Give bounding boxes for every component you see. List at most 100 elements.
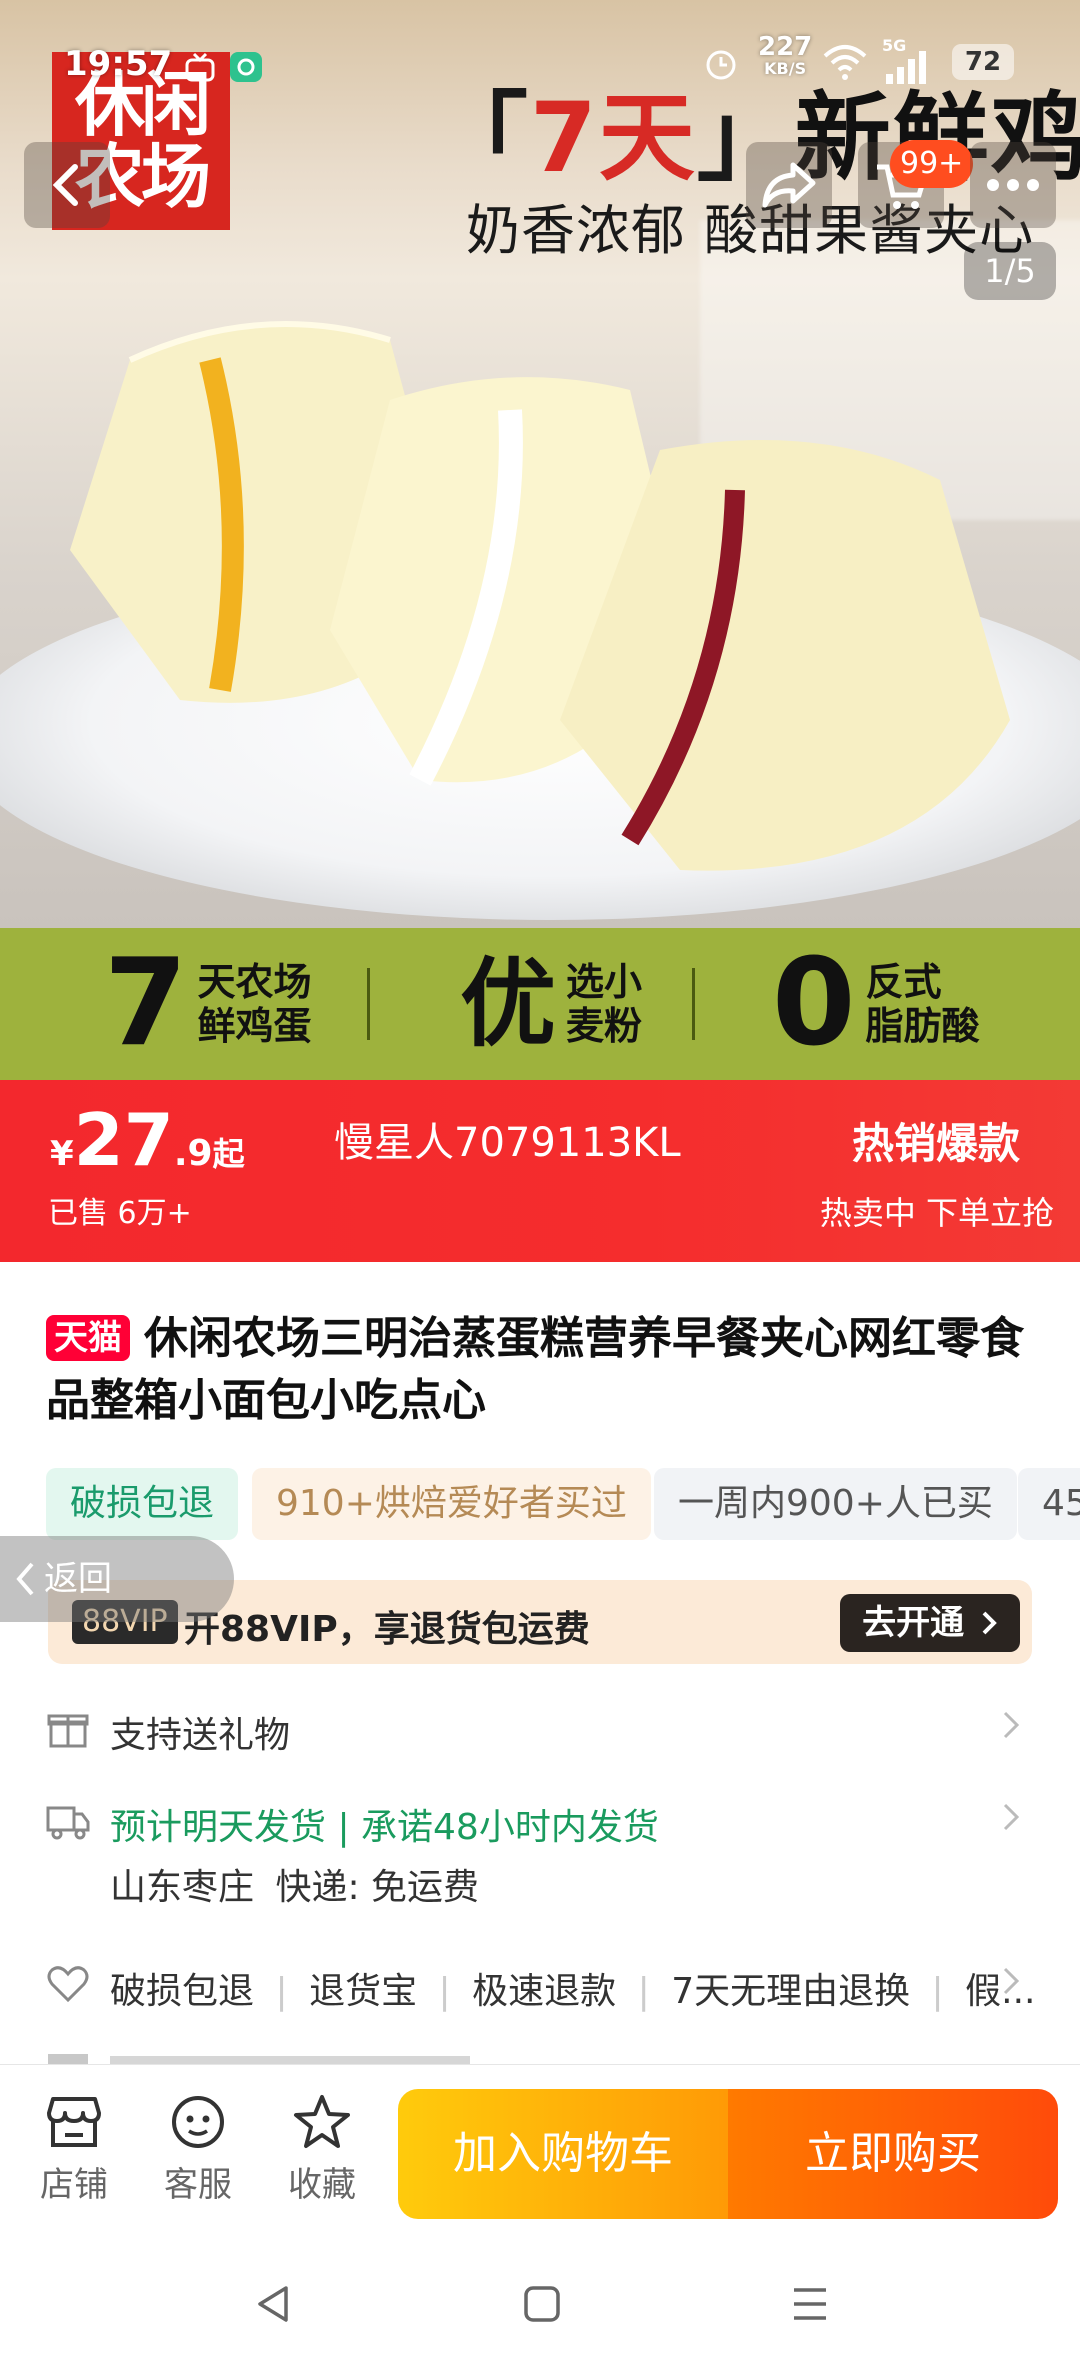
chevron-right-icon bbox=[1003, 1967, 1020, 1995]
more-dots-icon bbox=[987, 179, 1039, 191]
shop-icon bbox=[47, 2097, 101, 2147]
product-image-carousel[interactable]: 休闲 农场 「7天」新鲜鸡蛋 奶香浓郁 酸甜果酱夹心 19:57 227 KB/… bbox=[0, 0, 1080, 928]
chevron-right-icon bbox=[1003, 1803, 1020, 1831]
hot-label: 热销爆款 bbox=[851, 1119, 1020, 1168]
alarm-icon bbox=[702, 44, 740, 86]
nav-menu-icon[interactable] bbox=[790, 2284, 830, 2324]
signal-icon bbox=[884, 50, 934, 88]
feature-flour-text: 选小 麦粉 bbox=[566, 960, 642, 1048]
hero-title-highlight: 7天 bbox=[530, 82, 697, 194]
feature-eggs-line1: 天农场 bbox=[197, 960, 312, 1004]
guarantee-item: 退货宝 bbox=[309, 1971, 418, 2012]
guarantee-separator: | bbox=[438, 1971, 451, 2012]
battery-indicator: 72 bbox=[952, 44, 1014, 80]
guarantee-item: 7天无理由退换 bbox=[671, 1971, 911, 2012]
guarantee-row[interactable]: 破损包退 | 退货宝 | 极速退款 | 7天无理由退换 | 假... bbox=[46, 1958, 1036, 2018]
feature-eggs-big: 7 bbox=[104, 934, 188, 1073]
tag-bakers-bought[interactable]: 910+烘焙爱好者买过 bbox=[252, 1468, 651, 1540]
hot-subtext: 热卖中 下单立抢 bbox=[819, 1194, 1054, 1232]
wifi-icon bbox=[822, 42, 868, 86]
status-bar: 19:57 227 KB/S 5G 72 bbox=[0, 30, 1080, 94]
truck-icon bbox=[46, 1806, 90, 1840]
guarantee-item: 假... bbox=[965, 1971, 1036, 2012]
feature-divider bbox=[692, 968, 695, 1040]
chevron-left-icon bbox=[52, 164, 78, 206]
carousel-page-indicator: 1/5 bbox=[964, 242, 1056, 300]
tag-more[interactable]: 45 bbox=[1018, 1468, 1080, 1540]
sold-count: 已售 6万+ bbox=[48, 1196, 192, 1231]
feature-transfat-big: 0 bbox=[772, 934, 856, 1073]
feature-flour: 优 选小 麦粉 bbox=[460, 928, 642, 1080]
guarantee-separator: | bbox=[931, 1971, 944, 2012]
floating-back-button[interactable]: 返回 bbox=[0, 1536, 234, 1622]
net-speed: 227 KB/S bbox=[758, 34, 812, 80]
price: ¥27.9起 bbox=[50, 1098, 245, 1182]
chevron-left-icon bbox=[16, 1562, 34, 1596]
feature-eggs: 7 天农场 鲜鸡蛋 bbox=[104, 928, 312, 1080]
app-notify-icon bbox=[230, 52, 262, 82]
product-title-text: 休闲农场三明治蒸蛋糕营养早餐夹心网红零食品整箱小面包小吃点心 bbox=[46, 1313, 1024, 1426]
favorite-label: 收藏 bbox=[288, 2165, 356, 2205]
cake-berry-image bbox=[560, 420, 1030, 890]
feature-transfat: 0 反式 脂肪酸 bbox=[772, 928, 980, 1080]
shipping-express: 快递: 免运费 bbox=[275, 1867, 480, 1908]
guarantee-list: 破损包退 | 退货宝 | 极速退款 | 7天无理由退换 | 假... bbox=[110, 1962, 1035, 2014]
price-decimal: .9 bbox=[173, 1133, 213, 1174]
chevron-right-icon bbox=[982, 1611, 997, 1635]
feature-banner: 7 天农场 鲜鸡蛋 优 选小 麦粉 0 反式 脂肪酸 bbox=[0, 928, 1080, 1080]
guarantee-separator: | bbox=[637, 1971, 650, 2012]
customer-service-icon bbox=[172, 2096, 224, 2148]
next-row-partial bbox=[0, 2040, 1080, 2064]
product-title: 天猫 休闲农场三明治蒸蛋糕营养早餐夹心网红零食品整箱小面包小吃点心 bbox=[46, 1308, 1056, 1432]
price-currency: ¥ bbox=[50, 1134, 74, 1174]
bottom-action-bar: 店铺 客服 收藏 加入购物车 立即购买 bbox=[0, 2064, 1080, 2232]
feature-transfat-line1: 反式 bbox=[865, 960, 942, 1004]
feature-transfat-line2: 脂肪酸 bbox=[865, 1004, 980, 1048]
vip-text: 开88VIP，享退货包运费 bbox=[184, 1609, 590, 1650]
chevron-right-icon bbox=[1003, 1711, 1020, 1739]
system-navigation-bar bbox=[0, 2232, 1080, 2376]
more-button[interactable] bbox=[970, 142, 1056, 228]
hero-title-open: 「 bbox=[432, 82, 530, 194]
favorite-button[interactable]: 收藏 bbox=[272, 2093, 372, 2206]
guarantee-item: 极速退款 bbox=[472, 1971, 617, 2012]
service-button[interactable]: 客服 bbox=[148, 2093, 248, 2206]
nav-home-icon[interactable] bbox=[522, 2284, 562, 2324]
gift-icon bbox=[47, 1714, 89, 1748]
heart-icon bbox=[47, 1966, 89, 2003]
vip-open-button[interactable]: 去开通 bbox=[840, 1594, 1020, 1652]
shop-label: 店铺 bbox=[40, 2165, 108, 2205]
price-suffix: 起 bbox=[212, 1135, 245, 1173]
tv-app-icon bbox=[184, 52, 216, 82]
tag-damage-refund[interactable]: 破损包退 bbox=[46, 1468, 239, 1540]
feature-eggs-text: 天农场 鲜鸡蛋 bbox=[198, 960, 312, 1048]
add-to-cart-button[interactable]: 加入购物车 bbox=[398, 2089, 728, 2219]
buy-now-button[interactable]: 立即购买 bbox=[728, 2089, 1058, 2219]
service-label: 客服 bbox=[164, 2165, 232, 2205]
feature-transfat-text: 反式 脂肪酸 bbox=[866, 960, 980, 1048]
shop-button[interactable]: 店铺 bbox=[24, 2093, 124, 2206]
price-bar: ¥27.9起 慢星人7079113KL 热销爆款 已售 6万+ 热卖中 下单立抢 bbox=[0, 1080, 1080, 1262]
shipping-promise: 预计明天发货 | 承诺48小时内发货 bbox=[110, 1807, 659, 1848]
gift-row[interactable]: 支持送礼物 bbox=[46, 1702, 1036, 1762]
share-icon bbox=[762, 162, 816, 208]
share-button[interactable] bbox=[746, 142, 832, 228]
shipping-origin: 山东枣庄 bbox=[110, 1867, 255, 1908]
feature-flour-big: 优 bbox=[460, 948, 556, 1060]
tag-week-buyers[interactable]: 一周内900+人已买 bbox=[654, 1468, 1017, 1540]
nav-back-icon[interactable] bbox=[254, 2284, 294, 2324]
status-time: 19:57 bbox=[64, 44, 173, 84]
guarantee-separator: | bbox=[275, 1971, 288, 2012]
back-button[interactable] bbox=[24, 142, 110, 228]
feature-flour-line1: 选小 bbox=[566, 960, 643, 1004]
feature-flour-line2: 麦粉 bbox=[566, 1004, 643, 1048]
price-integer: 27 bbox=[73, 1098, 174, 1182]
net-speed-unit: KB/S bbox=[764, 59, 807, 78]
shipping-detail: 山东枣庄 快递: 免运费 bbox=[110, 1858, 479, 1910]
feature-eggs-line2: 鲜鸡蛋 bbox=[197, 1004, 312, 1048]
guarantee-item: 破损包退 bbox=[110, 1971, 255, 2012]
shipping-row[interactable]: 预计明天发货 | 承诺48小时内发货 山东枣庄 快递: 免运费 bbox=[46, 1794, 1036, 1914]
seller-name: 慢星人7079113KL bbox=[334, 1120, 681, 1166]
star-icon bbox=[294, 2095, 350, 2148]
tmall-badge: 天猫 bbox=[46, 1315, 130, 1361]
